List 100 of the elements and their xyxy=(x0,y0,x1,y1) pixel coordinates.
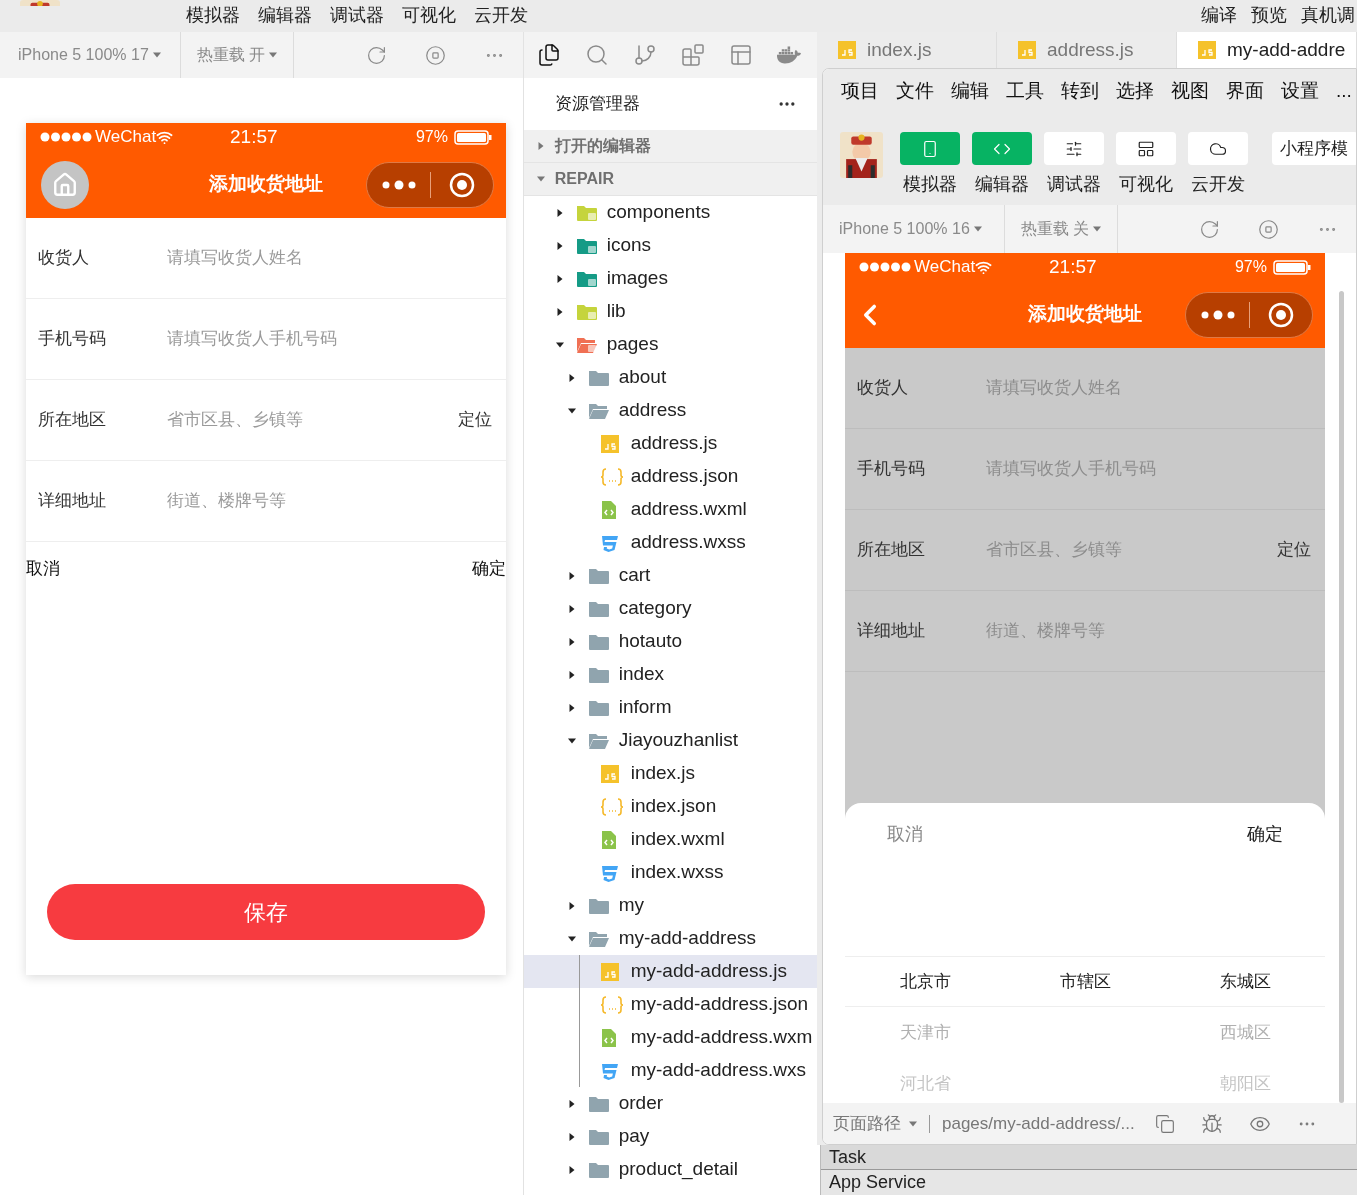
folder-item[interactable]: address xyxy=(523,394,817,427)
folder-item[interactable]: my xyxy=(523,889,817,922)
folder-item[interactable]: order xyxy=(523,1087,817,1120)
caret-icon xyxy=(269,51,278,59)
input-field[interactable]: 请填写收货人姓名 xyxy=(167,245,492,271)
menu-item[interactable]: 视图 xyxy=(1171,76,1209,106)
toolbar-toggle[interactable] xyxy=(1044,132,1104,165)
search-icon[interactable] xyxy=(584,43,609,67)
folder-item[interactable]: about xyxy=(523,361,817,394)
picker-option[interactable]: 市辖区 xyxy=(1059,968,1111,995)
files-icon[interactable] xyxy=(536,43,561,67)
file-item[interactable]: my-add-address.wxm xyxy=(523,1021,817,1054)
menu-item[interactable]: 模拟器 xyxy=(186,6,240,24)
file-item[interactable]: my-add-address.js xyxy=(523,955,817,988)
section-header[interactable]: 打开的编辑器 xyxy=(523,130,817,163)
refresh-icon[interactable] xyxy=(1199,218,1220,240)
menu-item[interactable]: 工具 xyxy=(1006,76,1044,106)
folder-item[interactable]: components xyxy=(523,196,817,229)
capsule-menu[interactable] xyxy=(1185,291,1313,338)
branch-icon[interactable] xyxy=(632,43,657,67)
menu-item[interactable]: 项目 xyxy=(841,76,879,106)
input-field[interactable]: 街道、楼牌号等 xyxy=(167,488,492,514)
menu-item[interactable]: 预览 xyxy=(1251,6,1287,24)
menu-item[interactable]: 选择 xyxy=(1116,76,1154,106)
folder-item[interactable]: Jiayouzhanlist xyxy=(523,724,817,757)
home-button[interactable] xyxy=(41,160,89,209)
toolbar-toggle[interactable] xyxy=(972,132,1032,165)
capsule-menu[interactable] xyxy=(366,161,494,208)
toolbar-toggle[interactable] xyxy=(1188,132,1248,165)
input-field[interactable]: 省市区县、乡镇等 xyxy=(986,537,1277,563)
folder-item[interactable]: pages xyxy=(523,328,817,361)
folder-item[interactable]: product_detail xyxy=(523,1153,817,1186)
menu-item[interactable]: 编译 xyxy=(1201,6,1237,24)
picker-option[interactable]: 北京市 xyxy=(899,968,951,995)
input-field[interactable]: 请填写收货人手机号码 xyxy=(986,456,1311,482)
menu-item[interactable]: 编辑 xyxy=(951,76,989,106)
folder-item[interactable]: hotauto xyxy=(523,625,817,658)
file-item[interactable]: index.wxml xyxy=(523,823,817,856)
panel-tab[interactable]: App Service xyxy=(829,1169,927,1195)
file-item[interactable]: index.js xyxy=(523,757,817,790)
panel-icon[interactable] xyxy=(728,43,753,67)
folder-item[interactable]: images xyxy=(523,262,817,295)
stop-icon[interactable] xyxy=(424,44,446,66)
folder-item[interactable]: pay xyxy=(523,1120,817,1153)
input-field[interactable]: 街道、楼牌号等 xyxy=(986,618,1311,644)
folder-item[interactable]: inform xyxy=(523,691,817,724)
whale-icon[interactable] xyxy=(776,43,801,67)
editor-tab[interactable]: my-add-addre xyxy=(1177,32,1357,68)
toolbar-toggle[interactable] xyxy=(1116,132,1176,165)
menu-item[interactable]: 转到 xyxy=(1061,76,1099,106)
input-field[interactable]: 省市区县、乡镇等 xyxy=(167,407,458,433)
copy-icon[interactable] xyxy=(1154,1113,1175,1134)
confirm-button[interactable]: 确定 xyxy=(472,556,506,582)
file-item[interactable]: address.wxml xyxy=(523,493,817,526)
folder-item[interactable]: my-add-address xyxy=(523,922,817,955)
input-field[interactable]: 请填写收货人姓名 xyxy=(986,375,1311,401)
bug-icon[interactable] xyxy=(1200,1112,1223,1135)
folder-icon xyxy=(587,1160,610,1179)
path-selector[interactable]: 页面路径 xyxy=(833,1110,917,1137)
folder-item[interactable]: category xyxy=(523,592,817,625)
menu-item[interactable]: 编辑器 xyxy=(258,6,312,24)
cancel-button[interactable]: 取消 xyxy=(887,821,923,848)
locate-button[interactable]: 定位 xyxy=(458,407,492,433)
folder-item[interactable]: icons xyxy=(523,229,817,262)
menu-item[interactable]: 可视化 xyxy=(402,6,456,24)
menu-item[interactable]: 界面 xyxy=(1226,76,1264,106)
section-header[interactable]: REPAIR xyxy=(523,163,817,196)
menu-item[interactable]: ... xyxy=(1336,76,1352,106)
file-item[interactable]: index.wxss xyxy=(523,856,817,889)
refresh-icon[interactable] xyxy=(365,44,387,66)
file-item[interactable]: index.json xyxy=(523,790,817,823)
file-item[interactable]: my-add-address.wxs xyxy=(523,1054,817,1087)
input-field[interactable]: 请填写收货人手机号码 xyxy=(167,326,492,352)
menu-item[interactable]: 云开发 xyxy=(474,6,528,24)
panel-tab[interactable]: Task xyxy=(829,1143,866,1171)
folder-item[interactable]: cart xyxy=(523,559,817,592)
menu-item[interactable]: 真机调 xyxy=(1301,6,1355,24)
save-button[interactable]: 保存 xyxy=(47,884,485,940)
cancel-button[interactable]: 取消 xyxy=(26,556,60,582)
field-label: 所在地区 xyxy=(38,409,107,432)
locate-button[interactable]: 定位 xyxy=(1277,537,1311,563)
blocks-icon[interactable] xyxy=(680,43,705,67)
js-file-icon xyxy=(1017,40,1037,60)
file-item[interactable]: address.wxss xyxy=(523,526,817,559)
caret-icon xyxy=(536,175,545,183)
menu-item[interactable]: 调试器 xyxy=(330,6,384,24)
file-item[interactable]: address.js xyxy=(523,427,817,460)
folder-item[interactable]: index xyxy=(523,658,817,691)
mode-selector[interactable]: 小程序模 xyxy=(1272,132,1356,165)
menu-item[interactable]: 文件 xyxy=(896,76,934,106)
toolbar-toggle[interactable] xyxy=(900,132,960,165)
folder-item[interactable]: lib xyxy=(523,295,817,328)
stop-icon[interactable] xyxy=(1258,218,1279,240)
menu-item[interactable]: 设置 xyxy=(1281,76,1319,106)
file-item[interactable]: my-add-address.json xyxy=(523,988,817,1021)
confirm-button[interactable]: 确定 xyxy=(1247,821,1283,848)
open-folder-icon xyxy=(587,731,610,750)
caret-icon xyxy=(567,736,576,745)
file-item[interactable]: address.json xyxy=(523,460,817,493)
picker-option[interactable]: 东城区 xyxy=(1219,968,1271,995)
